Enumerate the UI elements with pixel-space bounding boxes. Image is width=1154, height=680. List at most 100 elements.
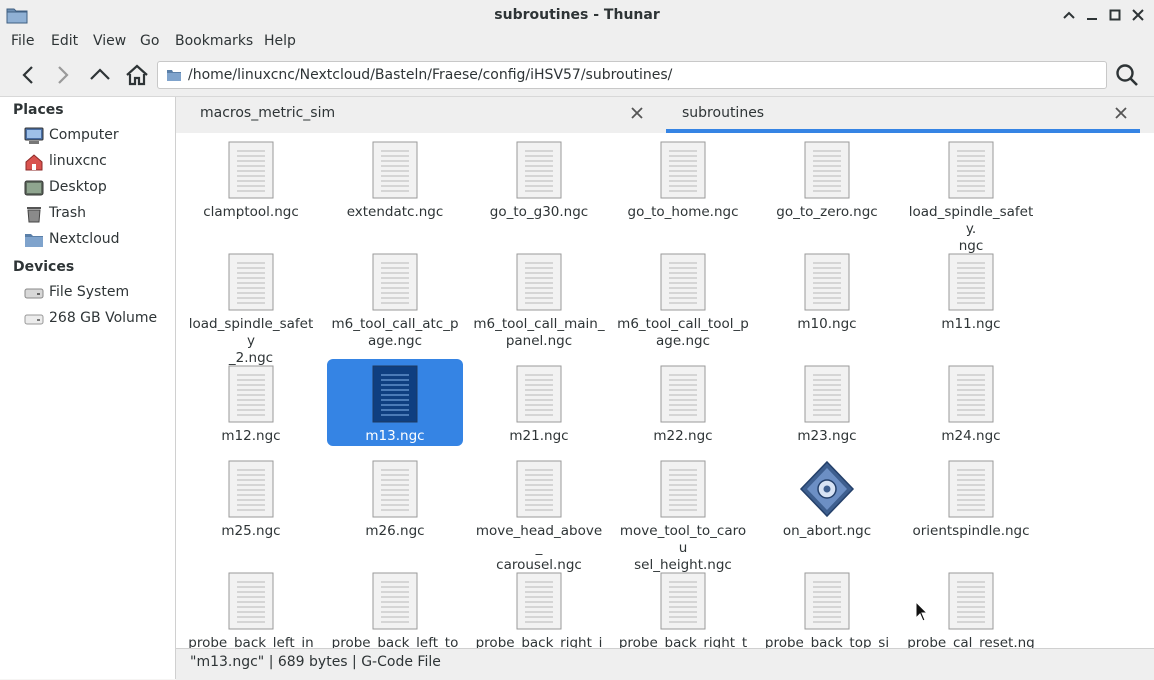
window-up-icon[interactable]: [1061, 7, 1077, 23]
sidebar-item-label: 268 GB Volume: [49, 310, 158, 326]
file-item[interactable]: m12.ngc: [183, 359, 319, 459]
search-icon[interactable]: [1114, 62, 1140, 88]
file-item[interactable]: m6_tool_call_atc_p age.ngc: [327, 247, 463, 349]
location-bar[interactable]: /home/linuxcnc/Nextcloud/Basteln/Fraese/…: [157, 61, 1107, 89]
file-name: go_to_g30.ngc: [489, 204, 589, 220]
tab-label: macros_metric_sim: [200, 105, 336, 121]
file-item[interactable]: m25.ngc: [183, 454, 319, 554]
sidebar-item-file-system[interactable]: File System: [0, 281, 175, 305]
devices-header: Devices: [13, 259, 75, 275]
sidebar-item-desktop[interactable]: Desktop: [0, 176, 175, 200]
home-icon[interactable]: [125, 63, 149, 87]
text-file-icon: [947, 365, 995, 423]
file-name: orientspindle.ngc: [912, 523, 1030, 539]
file-item[interactable]: m6_tool_call_main_ panel.ngc: [471, 247, 607, 349]
menu-bookmarks[interactable]: Bookmarks: [175, 33, 253, 49]
file-item[interactable]: probe_back_left_ins: [183, 566, 319, 648]
text-file-icon: [227, 572, 275, 630]
file-item[interactable]: on_abort.ngc: [759, 454, 895, 554]
menu-help[interactable]: Help: [264, 33, 296, 49]
close-tab-icon[interactable]: [1115, 105, 1127, 123]
file-item[interactable]: probe_back_right_in: [471, 566, 607, 648]
close-tab-icon[interactable]: [631, 105, 643, 123]
text-file-icon: [659, 365, 707, 423]
text-file-icon: [371, 253, 419, 311]
file-item[interactable]: probe_back_right_to: [615, 566, 751, 648]
text-file-icon: [947, 572, 995, 630]
menu-view[interactable]: View: [93, 33, 126, 49]
file-item[interactable]: m21.ngc: [471, 359, 607, 459]
text-file-icon: [227, 460, 275, 518]
file-item[interactable]: m6_tool_call_tool_p age.ngc: [615, 247, 751, 349]
file-item[interactable]: m24.ngc: [903, 359, 1039, 459]
text-file-icon: [371, 460, 419, 518]
minimize-button[interactable]: [1084, 7, 1100, 23]
places-header: Places: [13, 102, 64, 118]
text-file-icon: [803, 141, 851, 199]
file-name: m6_tool_call_atc_p age.ngc: [331, 316, 459, 349]
file-name: probe_back_left_ins: [188, 635, 314, 648]
text-file-icon: [659, 141, 707, 199]
file-item[interactable]: probe_back_top_sid: [759, 566, 895, 648]
file-item[interactable]: move_head_above_ carousel.ngc: [471, 454, 607, 573]
text-file-icon: [515, 460, 563, 518]
file-name: m10.ngc: [797, 316, 857, 332]
file-item[interactable]: m26.ngc: [327, 454, 463, 554]
close-button[interactable]: [1130, 7, 1146, 23]
sidebar-item-label: Trash: [49, 205, 86, 221]
file-name: m23.ngc: [797, 428, 857, 444]
tab-macros-metric-sim[interactable]: macros_metric_sim: [176, 97, 664, 133]
file-item[interactable]: m22.ngc: [615, 359, 751, 459]
sidebar-item-label: linuxcnc: [49, 153, 107, 169]
file-item[interactable]: m11.ngc: [903, 247, 1039, 347]
sidebar-item-label: File System: [49, 284, 130, 300]
sidebar-item-volume[interactable]: 268 GB Volume: [0, 307, 175, 331]
location-path: /home/linuxcnc/Nextcloud/Basteln/Fraese/…: [188, 67, 673, 83]
text-file-icon: [947, 253, 995, 311]
sidebar-item-computer[interactable]: Computer: [0, 124, 175, 148]
file-name: extendatc.ngc: [346, 204, 444, 220]
text-file-icon: [803, 253, 851, 311]
file-name: probe_back_right_in: [475, 635, 603, 648]
forward-icon[interactable]: [51, 63, 75, 87]
file-name: m25.ngc: [221, 523, 281, 539]
sidebar-item-nextcloud[interactable]: Nextcloud: [0, 228, 175, 252]
window-title: subroutines - Thunar: [494, 7, 660, 23]
file-item[interactable]: move_tool_to_carou sel_height.ngc: [615, 454, 751, 573]
file-item[interactable]: orientspindle.ngc: [903, 454, 1039, 554]
file-name: m24.ngc: [941, 428, 1001, 444]
parent-folder-icon[interactable]: [88, 63, 112, 87]
file-item[interactable]: load_spindle_safety _2.ngc: [183, 247, 319, 366]
sidebar-item-linuxcnc[interactable]: linuxcnc: [0, 150, 175, 174]
file-item[interactable]: clamptool.ngc: [183, 135, 319, 235]
file-name: m13.ngc: [365, 428, 425, 444]
sidebar: Places Computer linuxcnc Desktop Trash N…: [0, 97, 176, 679]
file-item[interactable]: m13.ngc: [327, 359, 463, 459]
tab-subroutines[interactable]: subroutines: [666, 97, 1140, 133]
back-icon[interactable]: [16, 63, 40, 87]
menu-go[interactable]: Go: [140, 33, 159, 49]
file-item[interactable]: m23.ngc: [759, 359, 895, 459]
tab-label: subroutines: [682, 105, 765, 121]
file-item[interactable]: load_spindle_safety. ngc: [903, 135, 1039, 254]
menu-bar: File Edit View Go Bookmarks Help: [0, 30, 1154, 54]
status-text: "m13.ngc" | 689 bytes | G-Code File: [190, 654, 441, 670]
file-name: probe_back_right_to: [618, 635, 748, 648]
computer-icon: [24, 127, 44, 145]
folder-icon: [24, 231, 44, 249]
sidebar-item-trash[interactable]: Trash: [0, 202, 175, 226]
menu-file[interactable]: File: [11, 33, 34, 49]
file-item[interactable]: go_to_g30.ngc: [471, 135, 607, 235]
file-item[interactable]: extendatc.ngc: [327, 135, 463, 235]
file-item[interactable]: go_to_home.ngc: [615, 135, 751, 235]
file-item[interactable]: m10.ngc: [759, 247, 895, 347]
file-item[interactable]: go_to_zero.ngc: [759, 135, 895, 235]
file-grid[interactable]: clamptool.ngc extendatc.ngc go_to_g30.ngc g…: [176, 133, 1154, 648]
file-item[interactable]: probe_back_left_top: [327, 566, 463, 648]
file-name: m6_tool_call_tool_p age.ngc: [617, 316, 749, 349]
text-file-icon: [515, 253, 563, 311]
maximize-button[interactable]: [1107, 7, 1123, 23]
text-file-icon: [515, 572, 563, 630]
menu-edit[interactable]: Edit: [51, 33, 78, 49]
file-name: go_to_home.ngc: [627, 204, 739, 220]
